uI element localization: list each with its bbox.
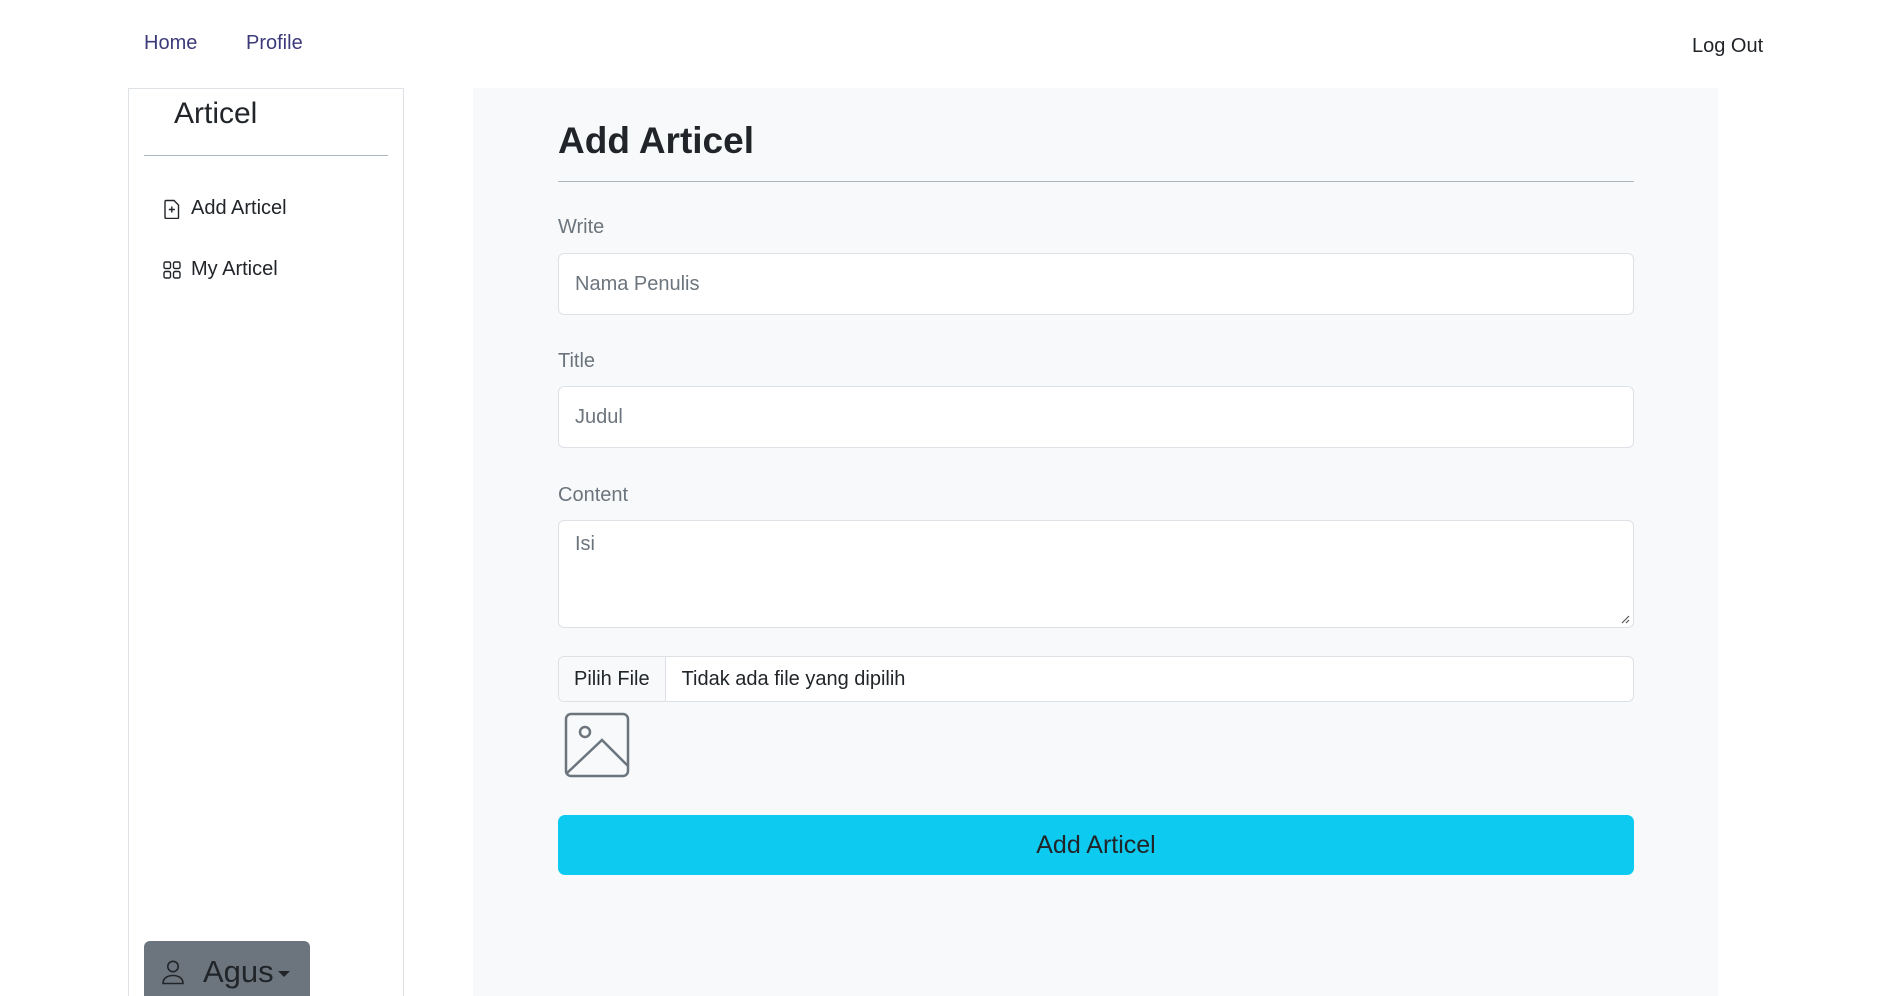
sidebar-divider <box>144 155 388 156</box>
title-input[interactable]: Judul <box>558 386 1634 448</box>
user-dropdown-button[interactable]: Agus <box>144 941 310 996</box>
person-icon <box>162 960 184 985</box>
sidebar-item-add-articel[interactable]: Add Articel <box>163 197 287 220</box>
caret-down-icon <box>277 971 290 977</box>
file-input[interactable]: Pilih File Tidak ada file yang dipilih <box>558 656 1634 702</box>
file-plus-icon <box>164 199 180 219</box>
write-label: Write <box>558 216 605 238</box>
title-divider <box>558 181 1634 182</box>
content-label: Content <box>558 484 629 506</box>
user-name: Agus <box>203 954 274 989</box>
file-status-text: Tidak ada file yang dipilih <box>681 667 906 690</box>
writer-name-input[interactable]: Nama Penulis <box>558 253 1634 315</box>
sidebar-item-label: My Articel <box>191 258 278 280</box>
sidebar-item-my-articel[interactable]: My Articel <box>163 258 278 281</box>
title-label: Title <box>558 350 596 372</box>
grid-icon <box>163 260 181 279</box>
resize-handle-icon[interactable] <box>1620 614 1630 624</box>
nav-home-link[interactable]: Home <box>144 32 197 55</box>
add-articel-button[interactable]: Add Articel <box>558 815 1634 875</box>
nav-profile-link[interactable]: Profile <box>246 32 303 55</box>
choose-file-button[interactable]: Pilih File <box>559 657 666 701</box>
logout-link[interactable]: Log Out <box>1692 35 1763 58</box>
content-textarea[interactable]: Isi <box>558 520 1634 628</box>
image-icon <box>564 712 630 778</box>
page: Home Profile Log Out Articel Add Articel… <box>0 0 1903 996</box>
page-title: Add Articel <box>558 120 754 161</box>
sidebar-item-label: Add Articel <box>191 197 287 219</box>
sidebar: Articel Add Articel My Articel Agus <box>128 88 404 996</box>
main-content: Add Articel Write Nama Penulis Title Jud… <box>473 88 1718 996</box>
content-placeholder: Isi <box>575 533 595 555</box>
sidebar-title: Articel <box>174 97 258 130</box>
